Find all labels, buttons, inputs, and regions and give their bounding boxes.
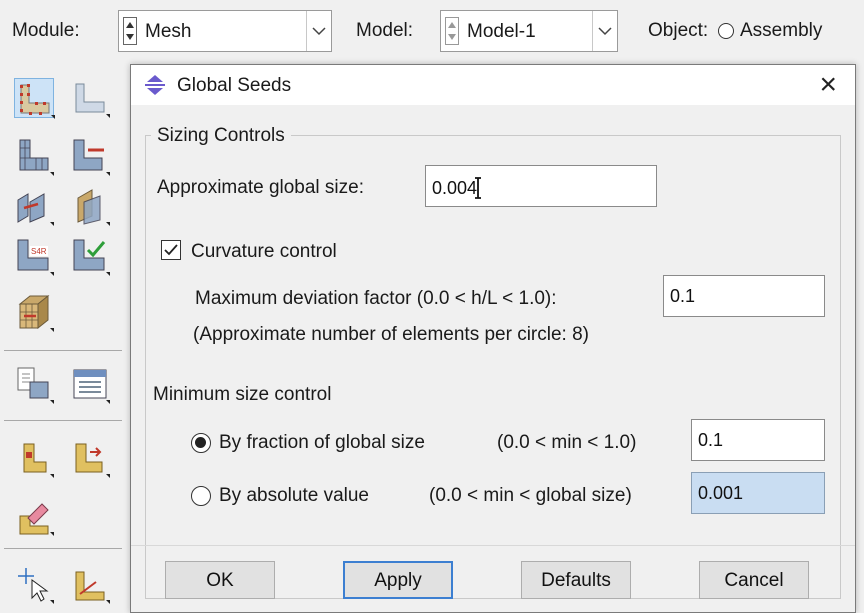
adaptivity-tool[interactable] — [70, 438, 110, 478]
object-assembly-radio[interactable] — [718, 23, 734, 39]
fraction-label: By fraction of global size — [219, 432, 425, 453]
model-combo[interactable]: Model-1 — [440, 10, 618, 52]
mesh-tool-strip: S4R — [0, 64, 130, 613]
toolbar-separator — [4, 350, 122, 351]
chevron-down-icon — [312, 27, 326, 36]
fraction-input[interactable]: 0.1 — [691, 419, 825, 461]
min-size-title: Minimum size control — [153, 384, 332, 405]
module-dropdown-button[interactable] — [306, 11, 331, 51]
checkmark-icon — [164, 244, 178, 256]
fraction-range: (0.0 < min < 1.0) — [497, 432, 637, 453]
approx-size-value: 0.004 — [432, 178, 478, 198]
cancel-button[interactable]: Cancel — [699, 561, 809, 599]
query-tool[interactable] — [70, 364, 110, 404]
partition-tool[interactable] — [14, 186, 54, 226]
edit-mesh-tool[interactable] — [14, 438, 54, 478]
close-icon[interactable]: × — [819, 68, 837, 102]
mesh-part-tool[interactable] — [14, 136, 54, 176]
object-assembly-label: Assembly — [740, 20, 823, 41]
cursor-crosshair-icon — [18, 568, 54, 604]
max-deviation-input[interactable]: 0.1 — [663, 275, 825, 317]
part-seeds-icon — [75, 83, 110, 118]
dialog-title: Global Seeds — [177, 75, 292, 96]
absolute-label: By absolute value — [219, 485, 369, 506]
mesh-part-icon — [19, 139, 54, 176]
button-row-separator — [131, 545, 855, 546]
sketch-edit-tool[interactable] — [14, 496, 54, 536]
mesh-controls-icon — [18, 294, 54, 332]
eraser-icon — [19, 503, 54, 536]
mesh-controls-tool[interactable] — [14, 292, 54, 332]
text-cursor-icon — [475, 177, 482, 199]
query-window-icon — [73, 369, 110, 404]
ref-point-tool[interactable] — [70, 564, 110, 604]
delete-mesh-tool[interactable] — [70, 136, 110, 176]
curvature-label: Curvature control — [191, 241, 337, 262]
model-value: Model-1 — [467, 21, 536, 42]
dialog-titlebar[interactable]: Global Seeds × — [131, 65, 855, 105]
virtual-topology-icon — [77, 189, 110, 226]
apply-button[interactable]: Apply — [343, 561, 453, 599]
absolute-range: (0.0 < min < global size) — [429, 485, 632, 506]
verify-mesh-tool[interactable] — [70, 236, 110, 276]
toolbar-separator — [4, 548, 122, 549]
delete-part-seeds-tool[interactable] — [70, 78, 110, 118]
defaults-button[interactable]: Defaults — [521, 561, 631, 599]
module-value: Mesh — [145, 21, 192, 42]
global-seeds-dialog: Global Seeds × Sizing Controls Approxima… — [130, 64, 856, 613]
approx-size-input[interactable]: 0.004 — [425, 165, 657, 207]
fraction-radio[interactable] — [191, 433, 211, 453]
global-seeds-icon — [145, 75, 165, 95]
virtual-topology-tool[interactable] — [70, 186, 110, 226]
ok-button[interactable]: OK — [165, 561, 275, 599]
element-type-tool[interactable]: S4R — [14, 236, 54, 276]
model-dropdown-button[interactable] — [592, 11, 617, 51]
query-cursor-tool[interactable] — [14, 564, 54, 604]
verify-mesh-icon — [73, 239, 110, 276]
absolute-value: 0.001 — [698, 483, 744, 503]
edit-mesh-icon — [23, 443, 54, 478]
svg-text:S4R: S4R — [31, 247, 47, 256]
spinner-icon — [123, 17, 137, 45]
module-combo[interactable]: Mesh — [118, 10, 332, 52]
partition-icon — [17, 193, 54, 226]
fraction-value: 0.1 — [698, 430, 724, 450]
absolute-input[interactable]: 0.001 — [691, 472, 825, 514]
spinner-icon — [445, 17, 459, 45]
seed-part-icon — [20, 84, 55, 119]
max-deviation-value: 0.1 — [670, 286, 696, 306]
create-mesh-part-tool[interactable] — [14, 364, 54, 404]
mesh-delete-icon — [73, 139, 110, 176]
object-label: Object: — [648, 20, 709, 41]
module-toolbar: Module: Mesh Model: Model-1 Object: Asse… — [0, 0, 864, 64]
element-type-icon: S4R — [17, 239, 54, 276]
absolute-radio[interactable] — [191, 486, 211, 506]
radio-selected-dot — [195, 437, 206, 448]
model-label: Model: — [356, 20, 414, 41]
seed-part-tool[interactable] — [14, 78, 55, 119]
reference-point-icon — [75, 571, 110, 604]
chevron-down-icon — [598, 27, 612, 36]
curvature-checkbox[interactable] — [161, 240, 181, 260]
sizing-controls-title: Sizing Controls — [151, 125, 291, 147]
approx-elements-note: (Approximate number of elements per circ… — [193, 324, 589, 345]
max-deviation-label: Maximum deviation factor (0.0 < h/L < 1.… — [195, 288, 557, 309]
approx-size-label: Approximate global size: — [157, 177, 364, 198]
module-label: Module: — [12, 20, 80, 41]
adaptivity-icon — [75, 443, 110, 478]
toolbar-separator — [4, 420, 122, 421]
mesh-part-copy-icon — [17, 367, 54, 404]
